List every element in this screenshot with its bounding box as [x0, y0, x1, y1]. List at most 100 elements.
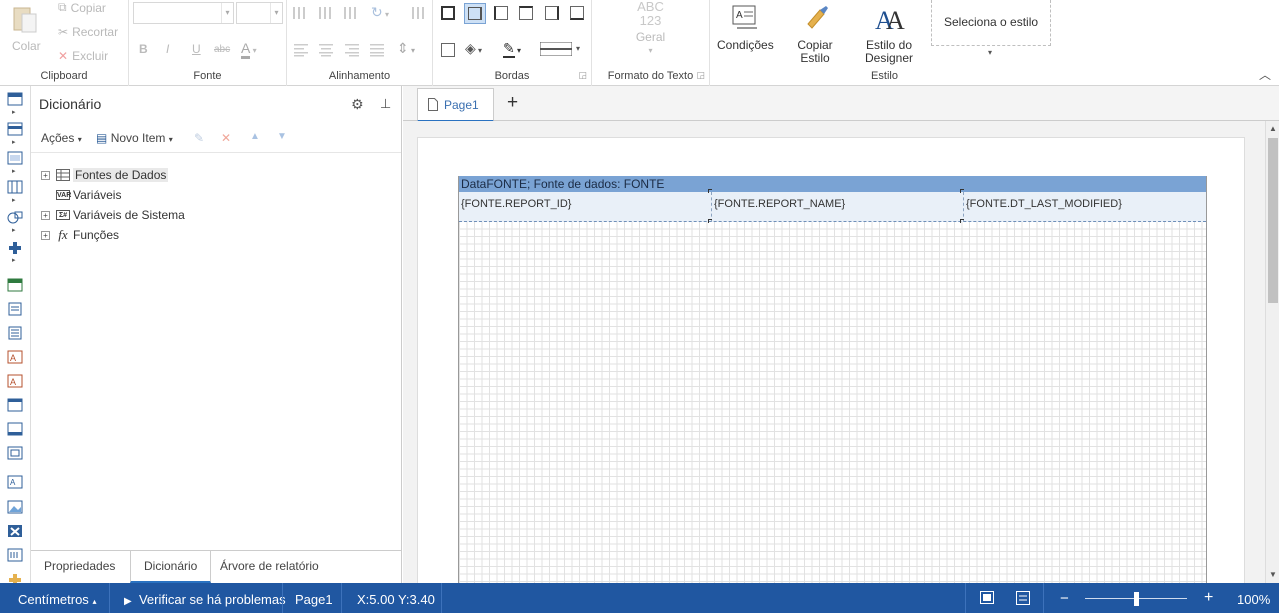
- actions-menu[interactable]: Ações ▾: [41, 131, 82, 145]
- zoom-slider-thumb[interactable]: [1134, 592, 1139, 606]
- tab-dictionary[interactable]: Dicionário: [130, 551, 212, 583]
- paste-icon[interactable]: [10, 4, 40, 34]
- paste-button[interactable]: Colar: [12, 39, 41, 53]
- move-down-icon[interactable]: ▼: [277, 131, 287, 142]
- report-title-band-icon[interactable]: [7, 92, 23, 106]
- report-page[interactable]: DataFONTE; Fonte de dados: FONTE {FONTE.…: [417, 137, 1245, 583]
- move-up-icon[interactable]: ▲: [250, 131, 260, 142]
- border-style-button[interactable]: [539, 41, 573, 57]
- image-icon[interactable]: [7, 500, 23, 514]
- scroll-up-icon[interactable]: ▲: [1269, 124, 1277, 133]
- rotate-text-icon[interactable]: ↻ ▾: [371, 4, 389, 21]
- scrollbar-thumb[interactable]: [1268, 138, 1278, 303]
- text-icon[interactable]: [7, 302, 23, 316]
- border-top-icon[interactable]: [519, 6, 533, 20]
- border-none-button[interactable]: [464, 3, 486, 24]
- tree-item-functions[interactable]: + fx Funções: [41, 226, 119, 244]
- delete-button[interactable]: ✕ Excluir: [58, 49, 108, 63]
- border-left-icon[interactable]: [494, 6, 508, 20]
- fill-color-button[interactable]: ◈ ▾: [465, 40, 482, 57]
- cross-band-icon[interactable]: [7, 180, 23, 194]
- chevron-down-icon[interactable]: ▾: [576, 44, 580, 53]
- font-name-dropdown[interactable]: ▾: [133, 2, 234, 24]
- copy-style-button[interactable]: Copiar Estilo: [781, 2, 849, 65]
- fit-width-icon[interactable]: [1016, 591, 1030, 608]
- font-color-button[interactable]: A ▾: [241, 40, 257, 59]
- fit-page-icon[interactable]: [980, 591, 994, 607]
- expand-icon[interactable]: +: [41, 230, 50, 240]
- strikethrough-button[interactable]: abc: [214, 44, 230, 55]
- style-selector[interactable]: Seleciona o estilo: [931, 0, 1051, 46]
- sub-report-icon[interactable]: [7, 446, 23, 460]
- units-menu[interactable]: Centímetros ▴: [18, 592, 96, 607]
- tree-item-variables[interactable]: VAR Variáveis: [41, 186, 121, 204]
- table-icon[interactable]: [7, 278, 23, 292]
- data-band[interactable]: {FONTE.REPORT_ID} {FONTE.REPORT_NAME} {F…: [459, 189, 1206, 223]
- tab-properties[interactable]: Propriedades: [31, 551, 128, 583]
- panel-icon[interactable]: [7, 398, 23, 412]
- italic-button[interactable]: I: [166, 42, 169, 56]
- expand-icon[interactable]: +: [41, 210, 50, 220]
- vertical-scrollbar[interactable]: ▲ ▼: [1265, 121, 1279, 583]
- copy-button[interactable]: ⧉ Copiar: [58, 0, 106, 15]
- expand-icon[interactable]: +: [41, 170, 50, 180]
- gear-icon[interactable]: ⚙: [351, 96, 364, 113]
- collapse-ribbon-icon[interactable]: ︿: [1259, 66, 1271, 83]
- footer-icon[interactable]: [7, 422, 23, 436]
- border-all-icon[interactable]: [441, 6, 455, 20]
- label-icon[interactable]: A: [7, 475, 23, 489]
- text-field-report-id[interactable]: {FONTE.REPORT_ID}: [459, 192, 711, 222]
- bold-button[interactable]: B: [139, 42, 148, 56]
- word-wrap-icon[interactable]: [411, 6, 425, 20]
- pen-icon: ✎: [503, 40, 515, 58]
- data-band-icon[interactable]: [7, 151, 23, 165]
- text-field-dt-last-modified[interactable]: {FONTE.DT_LAST_MODIFIED}: [963, 192, 1206, 222]
- pin-icon[interactable]: ⊥: [380, 96, 391, 112]
- edit-icon[interactable]: ✎: [194, 131, 204, 145]
- text-field-report-name[interactable]: {FONTE.REPORT_NAME}: [711, 192, 963, 222]
- align-bottom-icon[interactable]: [343, 6, 357, 20]
- header-band-icon[interactable]: [7, 122, 23, 136]
- tab-page1[interactable]: Page1: [417, 88, 494, 122]
- shadow-icon[interactable]: [441, 43, 455, 57]
- panel-title: Dicionário: [39, 96, 102, 112]
- tree-item-system-variables[interactable]: + Σ# Variáveis de Sistema: [41, 206, 185, 224]
- tree-item-data-sources[interactable]: + Fontes de Dados: [41, 166, 169, 184]
- align-top-icon[interactable]: [292, 6, 306, 20]
- scroll-down-icon[interactable]: ▼: [1269, 570, 1277, 579]
- zoom-out-button[interactable]: −: [1060, 590, 1069, 607]
- conditions-button[interactable]: A Condições: [717, 2, 774, 52]
- border-bottom-icon[interactable]: [570, 6, 584, 20]
- align-justify-icon[interactable]: [370, 43, 384, 57]
- new-item-menu[interactable]: ▤ Novo Item ▾: [96, 131, 173, 145]
- rich-text-icon[interactable]: [7, 326, 23, 340]
- page-grid[interactable]: DataFONTE; Fonte de dados: FONTE {FONTE.…: [458, 176, 1207, 583]
- designer-style-button[interactable]: AA Estilo do Designer: [861, 2, 917, 65]
- components-icon[interactable]: [7, 240, 23, 254]
- design-canvas[interactable]: DataFONTE; Fonte de dados: FONTE {FONTE.…: [403, 121, 1265, 583]
- text-in-cells-icon[interactable]: A: [7, 350, 23, 364]
- delete-icon[interactable]: ✕: [221, 131, 231, 145]
- barcode-icon[interactable]: [7, 548, 23, 562]
- align-middle-icon[interactable]: [318, 6, 332, 20]
- border-color-button[interactable]: ✎ ▾: [503, 40, 521, 58]
- image-text-icon[interactable]: A: [7, 374, 23, 388]
- data-band-header[interactable]: DataFONTE; Fonte de dados: FONTE: [459, 176, 1206, 192]
- cut-button[interactable]: ✂ Recortar: [58, 25, 118, 39]
- check-issues-button[interactable]: ▶ Verificar se há problemas: [124, 592, 286, 607]
- checkbox-icon[interactable]: [7, 524, 23, 538]
- border-right-icon[interactable]: [545, 6, 559, 20]
- align-right-icon[interactable]: [345, 43, 359, 57]
- chevron-down-icon[interactable]: ▾: [988, 48, 992, 57]
- align-center-icon[interactable]: [319, 43, 333, 57]
- tab-report-tree[interactable]: Árvore de relatório: [207, 551, 332, 583]
- align-left-icon[interactable]: [294, 43, 308, 57]
- add-page-button[interactable]: +: [507, 92, 518, 114]
- underline-button[interactable]: U: [192, 42, 201, 56]
- line-spacing-icon[interactable]: ⇕ ▾: [397, 40, 415, 57]
- text-format-button[interactable]: ABC 123 Geral ▾: [592, 0, 709, 58]
- shapes-icon[interactable]: [7, 210, 23, 224]
- zoom-in-button[interactable]: +: [1204, 589, 1213, 607]
- font-size-dropdown[interactable]: ▾: [236, 2, 283, 24]
- chevron-down-icon: ▾: [168, 135, 173, 144]
